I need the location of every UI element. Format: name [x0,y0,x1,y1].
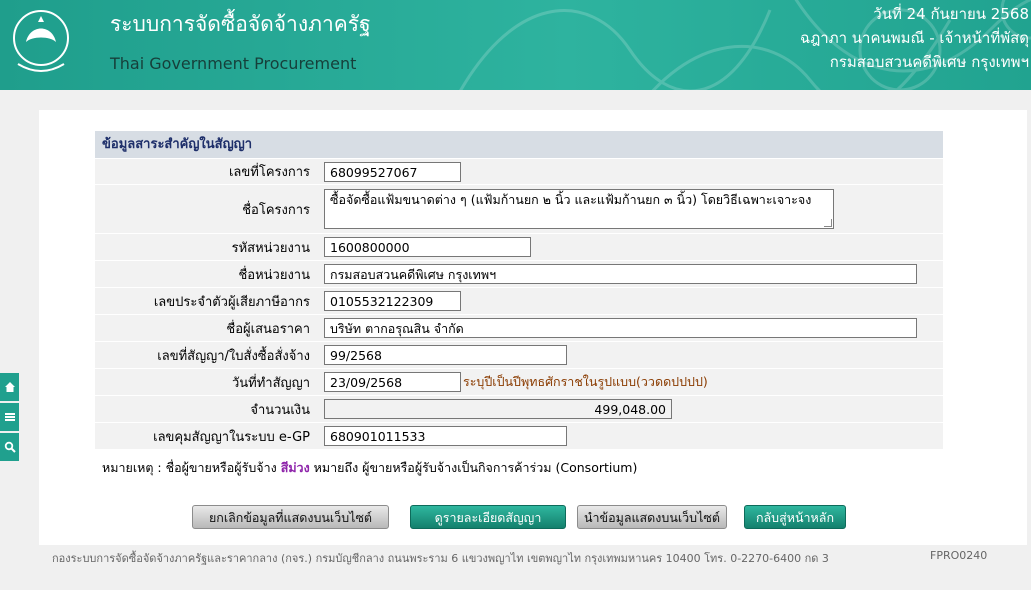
field-label: เลขที่โครงการ [228,165,310,180]
comptroller-general-emblem-icon[interactable] [8,8,74,78]
app-title-english: Thai Government Procurement [110,54,357,73]
field-label: ชื่อโครงการ [242,202,310,218]
home-icon[interactable] [0,373,19,401]
footer-address: กองระบบการจัดซื้อจัดจ้างภาครัฐและราคากลา… [52,552,829,565]
user-info: วันที่ 24 กันยายน 2568 ฉฎาภา นาคนพมณี - … [800,2,1029,74]
row-contract-date: วันที่ทำสัญญา 23/09/2568 ระบุปีเป็นปีพุท… [95,368,943,395]
field-label: เลขประจำตัวผู้เสียภาษีอากร [153,294,310,310]
search-icon[interactable] [0,433,19,461]
side-toolbar [0,373,19,463]
section-title: ข้อมูลสาระสำคัญในสัญญา [95,131,943,158]
field-label: ชื่อผู้เสนอราคา [226,321,310,337]
project-no-field[interactable]: 68099527067 [324,161,461,182]
field-label: รหัสหน่วยงาน [231,240,310,256]
row-bidder: ชื่อผู้เสนอราคา บริษัท ตากอรุณสิน จำกัด [95,314,943,341]
user-name: ฉฎาภา นาคนพมณี - เจ้าหน้าที่พัสดุ [800,29,1029,47]
egp-control-no-field[interactable]: 680901011533 [324,426,567,446]
user-department: กรมสอบสวนคดีพิเศษ กรุงเทพฯ [829,53,1029,71]
row-egp-no: เลขคุมสัญญาในระบบ e-GP 680901011533 [95,422,943,449]
field-label: เลขคุมสัญญาในระบบ e-GP [153,429,310,445]
agency-code-field[interactable]: 1600800000 [324,237,531,257]
row-agency-name: ชื่อหน่วยงาน กรมสอบสวนคดีพิเศษ กรุงเทพฯ [95,260,943,287]
header-banner: ระบบการจัดซื้อจัดจ้างภาครัฐ Thai Governm… [0,0,1031,90]
field-label: วันที่ทำสัญญา [231,375,310,391]
page-code: FPRO0240 [930,549,988,562]
consortium-note: หมายเหตุ : ชื่อผู้ขายหรือผู้รับจ้าง สีม่… [102,458,637,478]
field-label: จำนวนเงิน [250,402,310,418]
menu-icon[interactable] [0,403,19,431]
amount-field[interactable]: 499,048.00 [324,399,672,419]
project-name-textarea[interactable]: ซื้อจัดซื้อแฟ้มขนาดต่าง ๆ (แฟ้มก้านยก ๒ … [324,189,834,229]
publish-button[interactable]: นำข้อมูลแสดงบนเว็บไซต์ [577,505,727,529]
row-agency-code: รหัสหน่วยงาน 1600800000 [95,233,943,260]
back-home-button[interactable]: กลับสู่หน้าหลัก [744,505,846,529]
note-highlight: สีม่วง [280,460,310,475]
date-format-hint: ระบุปีเป็นปีพุทธศักราชในรูปแบบ(ววดดปปปป) [463,374,708,389]
contract-date-field[interactable]: 23/09/2568 [324,372,461,392]
field-label: เลขที่สัญญา/ใบสั่งซื้อสั่งจ้าง [157,348,310,364]
contract-info-section: ข้อมูลสาระสำคัญในสัญญา เลขที่โครงการ 680… [95,131,943,449]
row-tax-id: เลขประจำตัวผู้เสียภาษีอากร 0105532122309 [95,287,943,314]
bidder-name-field[interactable]: บริษัท ตากอรุณสิน จำกัด [324,318,917,338]
cancel-publish-button[interactable]: ยกเลิกข้อมูลที่แสดงบนเว็บไซต์ [192,505,389,529]
app-title-thai: ระบบการจัดซื้อจัดจ้างภาครัฐ [110,12,371,36]
contract-no-field[interactable]: 99/2568 [324,345,567,365]
agency-name-field[interactable]: กรมสอบสวนคดีพิเศษ กรุงเทพฯ [324,264,917,284]
field-label: ชื่อหน่วยงาน [238,267,310,283]
row-amount: จำนวนเงิน 499,048.00 [95,395,943,422]
note-suffix: หมายถึง ผู้ขายหรือผู้รับจ้างเป็นกิจการค้… [313,460,638,475]
row-project-name: ชื่อโครงการ ซื้อจัดซื้อแฟ้มขนาดต่าง ๆ (แ… [95,184,943,233]
current-date: วันที่ 24 กันยายน 2568 [873,5,1029,23]
row-contract-no: เลขที่สัญญา/ใบสั่งซื้อสั่งจ้าง 99/2568 [95,341,943,368]
view-contract-button[interactable]: ดูรายละเอียดสัญญา [410,505,566,529]
tax-id-field[interactable]: 0105532122309 [324,291,461,311]
row-project-no: เลขที่โครงการ 68099527067 [95,158,943,184]
note-prefix: หมายเหตุ : ชื่อผู้ขายหรือผู้รับจ้าง [102,460,277,475]
